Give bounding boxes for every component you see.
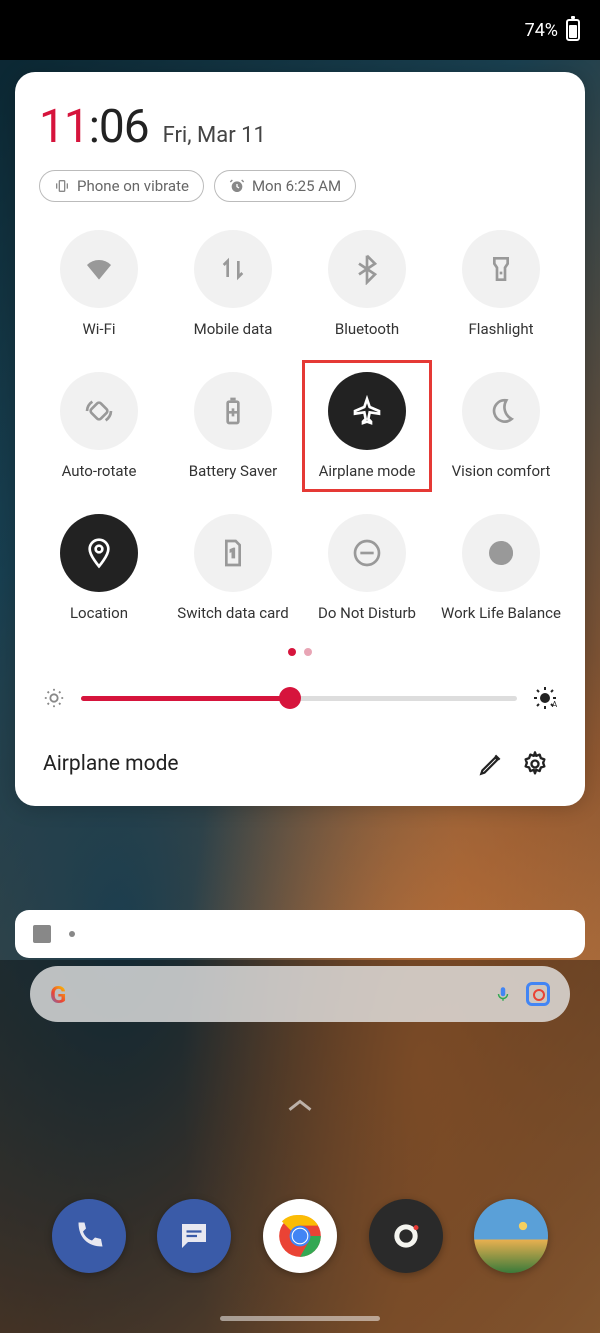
status-bar: 74%	[0, 0, 600, 60]
chevron-up-icon[interactable]	[286, 1096, 314, 1118]
phone-icon	[71, 1218, 107, 1254]
brightness-slider-row: A	[35, 686, 565, 710]
battery-percent: 74%	[525, 20, 558, 41]
vibrate-chip[interactable]: Phone on vibrate	[39, 170, 204, 202]
tile-flashlight[interactable]: Flashlight	[437, 230, 565, 338]
nav-handle[interactable]	[220, 1316, 380, 1321]
page-dot-1[interactable]	[288, 648, 296, 656]
tile-work-life-balance[interactable]: Work Life Balance	[437, 514, 565, 622]
footer-title: Airplane mode	[43, 752, 469, 776]
brightness-slider[interactable]	[81, 696, 517, 701]
tile-switch-data-card[interactable]: 1 Switch data card	[169, 514, 297, 622]
tile-mobile-data[interactable]: Mobile data	[169, 230, 297, 338]
tile-do-not-disturb[interactable]: Do Not Disturb	[303, 514, 431, 622]
dock-messages[interactable]	[157, 1199, 231, 1273]
tile-bluetooth[interactable]: Bluetooth	[303, 230, 431, 338]
brightness-auto-icon[interactable]: A	[533, 686, 557, 710]
dock	[0, 1199, 600, 1273]
sim-icon: 1	[217, 537, 249, 569]
alarm-chip[interactable]: Mon 6:25 AM	[214, 170, 356, 202]
notification-bar[interactable]	[15, 910, 585, 958]
google-search-bar[interactable]: G	[30, 966, 570, 1022]
tile-auto-rotate[interactable]: Auto-rotate	[35, 372, 163, 480]
dock-phone[interactable]	[52, 1199, 126, 1273]
tile-battery-saver[interactable]: Battery Saver	[169, 372, 297, 480]
clock: 11:06	[39, 100, 149, 154]
tiles-grid: Wi-Fi Mobile data Bluetooth Flashlight A…	[35, 230, 565, 622]
lens-icon[interactable]	[526, 982, 550, 1006]
auto-rotate-icon	[83, 395, 115, 427]
tile-vision-comfort[interactable]: Vision comfort	[437, 372, 565, 480]
date-label: Fri, Mar 11	[163, 123, 266, 148]
quick-settings-panel[interactable]: 11:06 Fri, Mar 11 Phone on vibrate Mon 6…	[15, 72, 585, 806]
battery-saver-icon	[217, 395, 249, 427]
dock-gallery[interactable]	[474, 1199, 548, 1273]
vibrate-icon	[54, 178, 70, 194]
airplane-icon	[351, 395, 383, 427]
moon-icon	[485, 395, 517, 427]
screenshot-notif-icon	[33, 925, 51, 943]
camera-icon	[386, 1216, 426, 1256]
mic-icon[interactable]	[494, 982, 512, 1006]
tile-location[interactable]: Location	[35, 514, 163, 622]
google-icon: G	[50, 981, 76, 1007]
notif-dot	[69, 931, 75, 937]
sun-icon	[513, 1216, 533, 1236]
svg-text:A: A	[552, 700, 557, 709]
tile-wifi[interactable]: Wi-Fi	[35, 230, 163, 338]
pencil-icon	[478, 751, 504, 777]
settings-button[interactable]	[513, 742, 557, 786]
alarm-icon	[229, 178, 245, 194]
pagination-dots[interactable]	[35, 648, 565, 656]
gear-icon	[521, 750, 549, 778]
edit-button[interactable]	[469, 742, 513, 786]
page-dot-2[interactable]	[304, 648, 312, 656]
dock-camera[interactable]	[369, 1199, 443, 1273]
location-icon	[83, 537, 115, 569]
tile-airplane-mode[interactable]: Airplane mode	[303, 372, 431, 480]
battery-icon	[566, 19, 580, 41]
brightness-low-icon	[43, 687, 65, 709]
mobile-data-icon	[217, 253, 249, 285]
panel-footer: Airplane mode	[35, 742, 565, 786]
flashlight-icon	[485, 253, 517, 285]
dnd-icon	[351, 537, 383, 569]
wifi-icon	[83, 253, 115, 285]
dock-chrome[interactable]	[263, 1199, 337, 1273]
bluetooth-icon	[351, 253, 383, 285]
brightness-thumb[interactable]	[279, 687, 301, 709]
clock-row[interactable]: 11:06 Fri, Mar 11	[35, 100, 565, 154]
worklife-icon	[485, 537, 517, 569]
messages-icon	[176, 1218, 212, 1254]
status-chips: Phone on vibrate Mon 6:25 AM	[35, 170, 565, 202]
svg-text:1: 1	[230, 547, 236, 560]
chrome-icon	[275, 1211, 325, 1261]
